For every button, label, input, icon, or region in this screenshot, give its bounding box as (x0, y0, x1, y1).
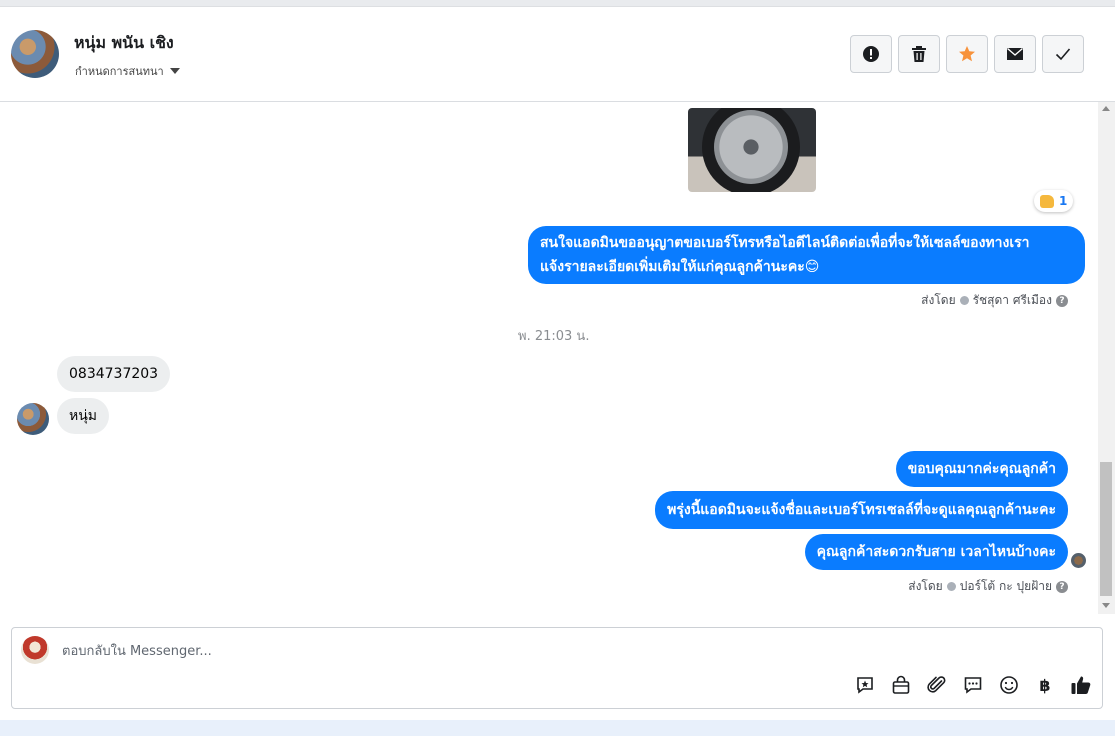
contact-name[interactable]: หนุ่ม พนัน เชิง (74, 31, 174, 56)
contact-avatar[interactable] (11, 30, 59, 78)
trash-icon (912, 46, 926, 62)
assign-conversation-dropdown[interactable]: กำหนดการสนทนา (75, 62, 180, 80)
mark-spam-button[interactable] (850, 35, 892, 73)
baht-icon: ฿ (1039, 675, 1051, 695)
seen-avatar (1071, 553, 1086, 568)
shared-photo[interactable] (688, 108, 816, 192)
help-icon[interactable]: ? (1056, 294, 1068, 307)
sent-by-info: ส่งโดย ปอร์โต้ กะ ปุยฝ้าย ? (908, 577, 1068, 596)
outgoing-message[interactable]: คุณลูกค้าสะดวกรับสาย เวลาไหนบ้างคะ (804, 534, 1068, 570)
caret-down-icon (169, 68, 180, 74)
reaction-count: 1 (1059, 194, 1068, 208)
outgoing-message[interactable]: ขอบคุณมากค่ะคุณลูกค้า (895, 451, 1068, 487)
message-line: แจ้งรายละเอียดเพิ่มเติมให้แก่คุณลูกค้านะ… (540, 259, 820, 275)
chat-bubbles-icon (964, 677, 982, 694)
scrollbar-thumb[interactable] (1100, 462, 1112, 596)
outgoing-message[interactable]: พรุ่งนี้แอดมินจะแจ้งชื่อและเบอร์โทรเซลล์… (655, 491, 1068, 529)
page-footer-strip (0, 720, 1115, 736)
message-timestamp: พ. 21:03 น. (518, 329, 590, 344)
like-icon (1071, 676, 1091, 694)
composer-toolbar: ฿ (854, 674, 1092, 696)
saved-reply-button[interactable] (854, 674, 876, 696)
spam-icon (863, 46, 879, 62)
page-avatar (21, 636, 49, 664)
sent-by-name: ปอร์โต้ กะ ปุยฝ้าย (959, 579, 1052, 593)
outgoing-message[interactable]: สนใจแอดมินขออนุญาตขอเบอร์โทรหรือไอดีไลน์… (528, 226, 1085, 284)
verified-icon (946, 582, 956, 591)
conversation-header: หนุ่ม พนัน เชิง กำหนดการสนทนา (0, 7, 1115, 102)
shop-button[interactable] (890, 674, 912, 696)
star-icon (959, 46, 975, 62)
help-icon[interactable]: ? (1056, 580, 1068, 593)
saved-reply-icon (857, 677, 873, 694)
incoming-message[interactable]: หนุ่ม (57, 398, 110, 434)
mark-done-button[interactable] (1042, 35, 1084, 73)
emoji-button[interactable] (998, 674, 1020, 696)
reply-input[interactable] (60, 638, 764, 664)
delete-button[interactable] (898, 35, 940, 73)
star-button[interactable] (946, 35, 988, 73)
top-bar (0, 0, 1115, 7)
assign-label: กำหนดการสนทนา (75, 65, 164, 78)
attach-button[interactable] (926, 674, 948, 696)
payment-button[interactable]: ฿ (1034, 674, 1056, 696)
shop-bag-icon (892, 675, 910, 694)
emoji-icon (1000, 676, 1018, 694)
envelope-icon (1007, 47, 1023, 60)
reply-composer: ฿ (11, 627, 1103, 709)
thumbs-up-icon (1040, 194, 1054, 208)
sent-by-info: ส่งโดย รัชสุดา ศรีเมือง ? (921, 291, 1068, 310)
reaction-badge[interactable]: 1 (1034, 190, 1074, 212)
incoming-message[interactable]: 0834737203 (57, 356, 171, 392)
quick-replies-button[interactable] (962, 674, 984, 696)
like-button[interactable] (1070, 674, 1092, 696)
sent-by-name: รัชสุดา ศรีเมือง (972, 293, 1052, 307)
attachment-icon (927, 676, 946, 693)
scroll-up-icon[interactable] (1102, 106, 1110, 111)
mark-unread-button[interactable] (994, 35, 1036, 73)
check-icon (1055, 48, 1071, 61)
header-actions (850, 35, 1084, 73)
contact-avatar-small[interactable] (17, 403, 49, 435)
message-line: สนใจแอดมินขออนุญาตขอเบอร์โทรหรือไอดีไลน์… (540, 235, 1030, 251)
scroll-down-icon[interactable] (1102, 603, 1110, 608)
sent-by-prefix: ส่งโดย (921, 293, 956, 307)
verified-icon (959, 296, 969, 305)
sent-by-prefix: ส่งโดย (908, 579, 943, 593)
